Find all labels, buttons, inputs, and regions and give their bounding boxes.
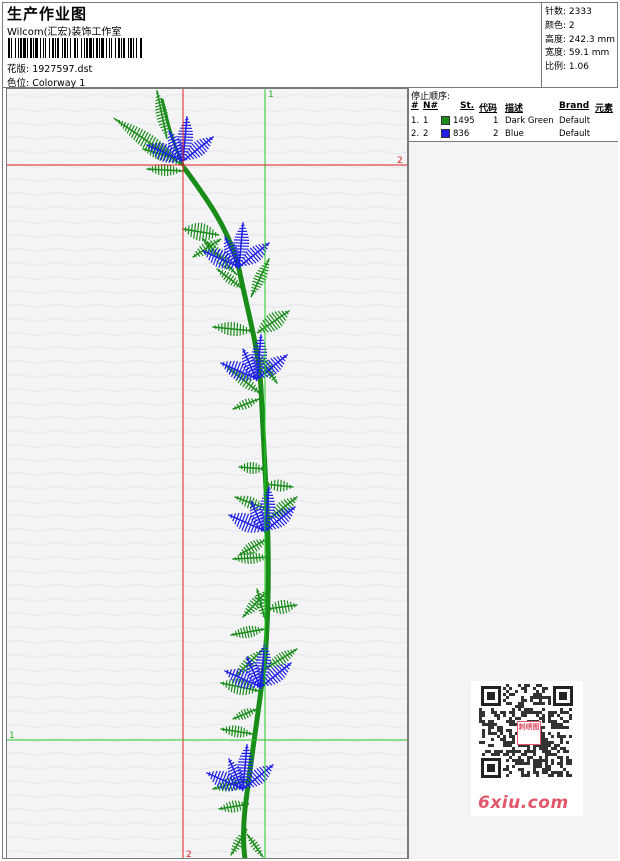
stitch-count: 针数: 2333 <box>545 7 592 17</box>
design-width: 宽度: 59.1 mm <box>545 48 610 58</box>
col-number: N# <box>423 101 439 111</box>
row-code: 2 <box>493 129 499 139</box>
row-brand: Default <box>559 129 591 139</box>
row-description: Blue <box>505 129 524 139</box>
design-height: 高度: 242.3 mm <box>545 35 616 45</box>
seal-stamp-icon: 刺绣图 <box>517 721 541 745</box>
design-scale: 比例: 1.06 <box>545 62 589 72</box>
col-brand: Brand <box>559 101 590 111</box>
row-stitches: 836 <box>453 129 470 139</box>
seal-text: 刺绣图 <box>518 723 540 731</box>
col-index: # <box>411 101 419 111</box>
guide-h1-label: 1 <box>9 731 15 741</box>
embroidery-preview: 1 2 1 2 <box>7 89 407 859</box>
barcode-icon <box>8 38 142 58</box>
row-number: 1 <box>423 116 429 126</box>
guide-v1-label: 1 <box>268 90 274 100</box>
color-swatch-green <box>441 116 450 125</box>
studio-name: Wilcom(汇宏)装饰工作室 <box>7 27 122 38</box>
row-index: 2. <box>411 129 420 139</box>
page-title: 生产作业图 <box>7 5 88 23</box>
row-description: Dark Green <box>505 116 554 126</box>
design-canvas[interactable]: 1 2 1 2 <box>6 88 408 859</box>
col-code: 代码 <box>479 104 498 114</box>
row-brand: Default <box>559 116 591 126</box>
colorway-label: 色位: Colorway 1 <box>7 78 86 89</box>
row-index: 1. <box>411 116 420 126</box>
row-stitches: 1495 <box>453 116 475 126</box>
header: 生产作业图 Wilcom(汇宏)装饰工作室 花版: 1927597.dst 色位… <box>2 2 618 89</box>
color-swatch-blue <box>441 129 450 138</box>
design-file-label: 花版: 1927597.dst <box>7 64 93 75</box>
guide-h2-label: 2 <box>397 156 403 166</box>
stop-sequence-table: 停止顺序: # N# St. 代码 描述 Brand 元素 1. 1 1495 … <box>409 88 618 142</box>
col-element: 元素 <box>595 104 614 114</box>
col-description: 描述 <box>505 104 524 114</box>
stats-box: 针数: 2333 颜色: 2 高度: 242.3 mm 宽度: 59.1 mm … <box>541 2 618 88</box>
guide-v2-label: 2 <box>186 850 192 859</box>
row-code: 1 <box>493 116 499 126</box>
color-count: 颜色: 2 <box>545 21 575 31</box>
row-number: 2 <box>423 129 429 139</box>
watermark-brand: 6xiu.com <box>478 793 569 813</box>
col-stitches: St. <box>460 101 475 111</box>
